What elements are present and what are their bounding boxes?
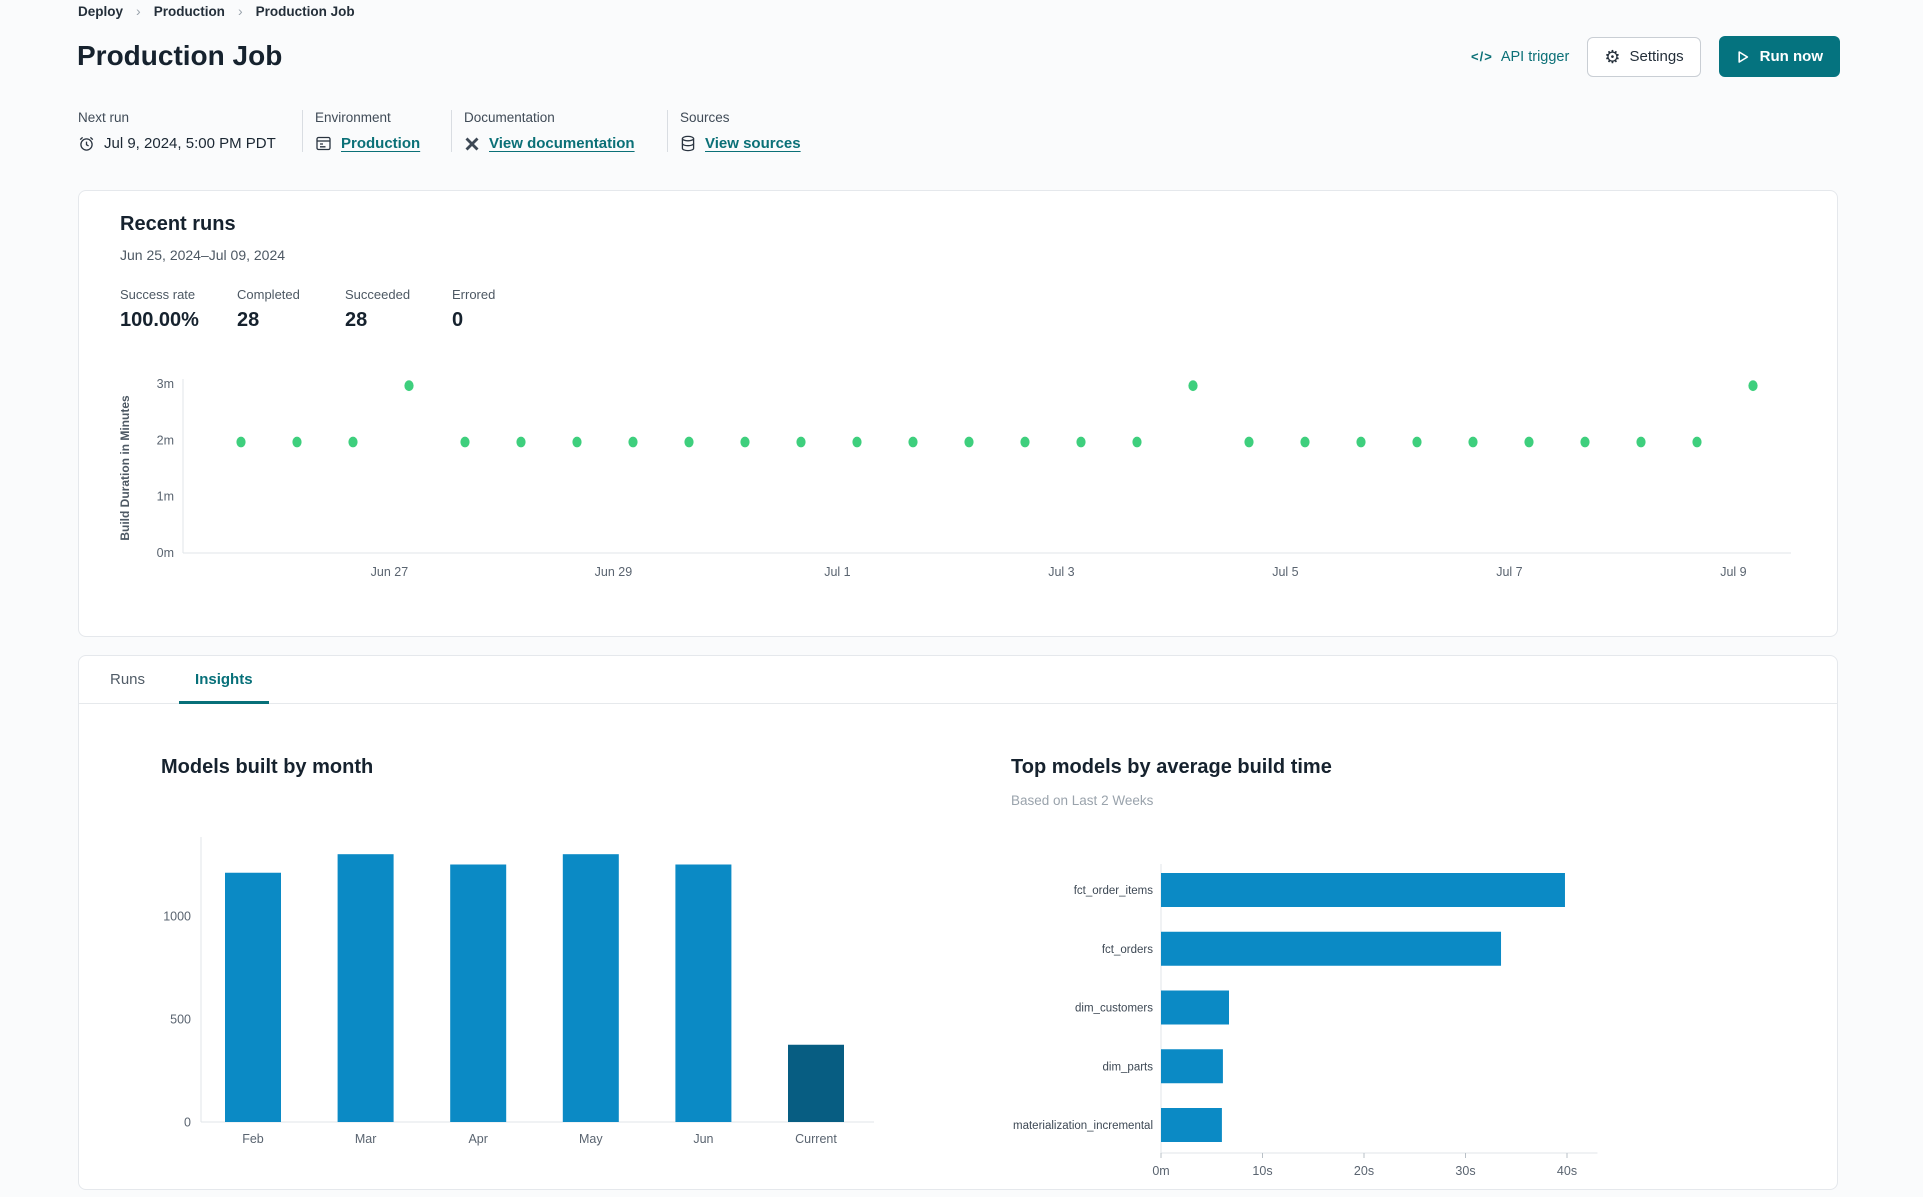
svg-text:Current: Current [795,1132,837,1146]
view-documentation-link[interactable]: View documentation [489,135,635,152]
build-duration-scatter-chart: 0m 1m 2m 3m Build Duration in Minutes Jun 27 J… [118,377,1791,579]
top-models-title: Top models by average build time [1011,756,1332,778]
alarm-clock-icon [78,135,95,152]
svg-text:Jun 27: Jun 27 [371,565,409,579]
job-detail-card: Runs Insights Models built by month Top … [78,655,1838,1190]
meta-documentation: Documentation View documentation [464,110,655,152]
chevron-right-icon: › [237,3,243,19]
svg-text:2m: 2m [157,433,174,447]
code-icon: </> [1471,49,1493,64]
page: Deploy › Production › Production Job Pro… [0,0,1923,1197]
stat-value: 0 [452,309,464,331]
stat-errored: Errored 0 [452,287,495,332]
breadcrumb-item-production[interactable]: Production [154,4,225,19]
next-run-value: Jul 9, 2024, 5:00 PM PDT [104,135,276,152]
tab-runs[interactable]: Runs [94,656,161,703]
models-by-month-title: Models built by month [161,756,374,778]
environment-link[interactable]: Production [341,135,420,152]
svg-text:Apr: Apr [468,1132,487,1146]
api-trigger-label: API trigger [1500,48,1570,65]
svg-text:20s: 20s [1354,1164,1374,1178]
models-by-month-chart: 0 500 1000 Feb Mar Apr May Jun Current [163,837,874,1146]
page-title: Production Job [77,40,283,71]
stat-succeeded: Succeeded 28 [345,287,452,332]
svg-text:Mar: Mar [355,1132,377,1146]
svg-text:Jul 3: Jul 3 [1048,565,1074,579]
svg-text:Jun: Jun [693,1132,713,1146]
svg-text:Jul 1: Jul 1 [824,565,850,579]
sources-label: Sources [680,110,730,125]
svg-text:fct_order_items: fct_order_items [1074,885,1154,897]
dbt-docs-icon [464,136,480,152]
tab-insights[interactable]: Insights [179,656,269,704]
svg-text:Jul 9: Jul 9 [1720,565,1746,579]
chevron-right-icon: › [136,3,141,19]
stat-label: Errored [452,287,496,302]
documentation-label: Documentation [464,110,555,125]
breadcrumb: Deploy › Production › Production Job [78,3,355,19]
divider [451,110,452,152]
stat-value: 28 [237,309,260,331]
meta-next-run: Next run Jul 9, 2024, 5:00 PM PDT [78,110,290,152]
svg-text:40s: 40s [1557,1164,1577,1178]
svg-text:Feb: Feb [242,1132,264,1146]
svg-text:May: May [579,1132,603,1146]
svg-text:500: 500 [170,1013,191,1027]
stat-value: 28 [345,309,368,331]
tab-bar: Runs Insights [79,656,1837,704]
svg-text:3m: 3m [157,377,174,391]
svg-text:fct_orders: fct_orders [1102,944,1153,956]
environment-label: Environment [315,110,391,125]
gear-icon: ⚙ [1604,46,1621,67]
settings-label: Settings [1629,48,1684,65]
top-models-subtitle: Based on Last 2 Weeks [1011,793,1154,808]
top-models-chart: 0m 10s 20s 30s 40s fct_order_items fct_ordersd… [1013,864,1598,1178]
svg-text:dim_parts: dim_parts [1103,1061,1154,1073]
svg-text:1m: 1m [157,490,174,504]
breadcrumb-item-current: Production Job [255,3,355,19]
svg-text:30s: 30s [1455,1164,1475,1178]
recent-runs-title: Recent runs [120,213,236,235]
api-trigger-link[interactable]: </> API trigger [1471,49,1569,65]
stat-label: Success rate [120,287,196,302]
svg-text:0m: 0m [1152,1164,1169,1178]
view-sources-link[interactable]: View sources [705,135,801,152]
svg-text:dim_customers: dim_customers [1075,1003,1153,1015]
breadcrumb-item-deploy[interactable]: Deploy [78,4,123,19]
stat-label: Succeeded [345,287,411,302]
divider [302,110,303,152]
meta-environment: Environment Production [315,110,439,152]
next-run-label: Next run [78,110,130,125]
svg-text:0m: 0m [157,546,174,560]
stat-value: 100.00% [120,309,199,331]
stat-completed: Completed 28 [237,287,345,332]
svg-text:materialization_incremental: materialization_incremental [1013,1120,1153,1132]
divider [667,110,668,152]
play-icon [1738,50,1748,63]
environment-icon [315,135,332,152]
recent-runs-stats: Success rate 100.00% Completed 28 Succee… [120,287,495,332]
svg-text:Build Duration in Minutes: Build Duration in Minutes [118,395,132,541]
job-meta-row: Next run Jul 9, 2024, 5:00 PM PDT Enviro… [78,110,801,152]
stat-label: Completed [237,287,300,302]
run-now-button[interactable]: Run now [1718,36,1840,77]
meta-sources: Sources View sources [680,110,801,152]
svg-text:1000: 1000 [163,910,191,924]
header-actions: </> API trigger ⚙ Settings Run now [1471,36,1840,77]
settings-button[interactable]: ⚙ Settings [1587,36,1701,77]
run-now-label: Run now [1759,48,1823,65]
svg-text:Jul 7: Jul 7 [1496,565,1522,579]
svg-text:10s: 10s [1252,1164,1272,1178]
recent-runs-card: Recent runs Jun 25, 2024–Jul 09, 2024 Su… [78,190,1838,637]
recent-runs-date-range: Jun 25, 2024–Jul 09, 2024 [120,247,286,263]
svg-text:0: 0 [184,1116,191,1130]
svg-text:Jul 5: Jul 5 [1272,565,1298,579]
svg-text:Jun 29: Jun 29 [595,565,633,579]
stat-success-rate: Success rate 100.00% [120,287,237,332]
database-icon [680,135,696,152]
